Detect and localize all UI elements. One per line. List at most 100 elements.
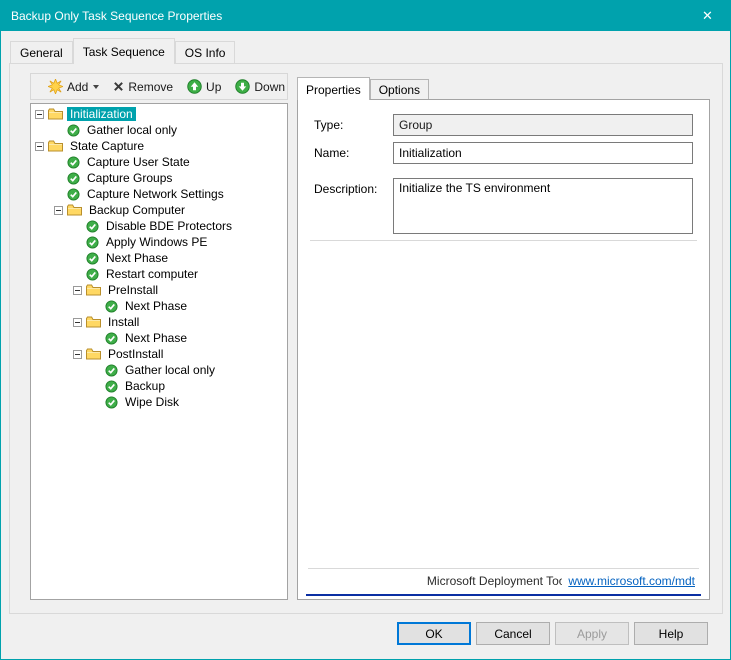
down-arrow-icon [235,79,250,94]
up-arrow-icon [187,79,202,94]
tab-properties[interactable]: Properties [297,77,370,100]
step-check-icon [67,188,80,201]
up-button[interactable]: Up [180,77,228,96]
properties-panel: Type: Name: Description: Microsoft Deplo… [297,99,710,600]
tree-item[interactable]: Next Phase [31,250,287,266]
footer-accent-line [306,594,701,596]
titlebar: Backup Only Task Sequence Properties ✕ [1,1,730,31]
description-field[interactable] [393,178,693,234]
name-label: Name: [314,146,349,160]
tree-item[interactable]: Next Phase [31,298,287,314]
type-label: Type: [314,118,343,132]
group-folder-icon [48,140,63,152]
cancel-button[interactable]: Cancel [476,622,550,645]
tab-task-sequence[interactable]: Task Sequence [73,38,175,64]
tree-collapse-toggle[interactable] [73,318,82,327]
tree-item-label: Capture Network Settings [84,187,227,201]
tree-item[interactable]: PostInstall [31,346,287,362]
tree-item-label: State Capture [67,139,147,153]
step-check-icon [86,268,99,281]
step-check-icon [105,396,118,409]
tab-general[interactable]: General [10,41,73,63]
tree-item[interactable]: State Capture [31,138,287,154]
tree-item[interactable]: Backup [31,378,287,394]
tree-item[interactable]: Gather local only [31,122,287,138]
tree-collapse-toggle[interactable] [73,286,82,295]
step-check-icon [105,380,118,393]
tree-item-label: Initialization [67,107,136,121]
tree-item-label: Wipe Disk [122,395,182,409]
tree-item[interactable]: Apply Windows PE [31,234,287,250]
add-button-label: Add [67,80,88,94]
tree-item[interactable]: Gather local only [31,362,287,378]
task-sequence-tree: InitializationGather local onlyState Cap… [30,103,288,600]
dialog-window: Backup Only Task Sequence Properties ✕ G… [0,0,731,660]
group-folder-icon [86,316,101,328]
add-button[interactable]: Add [41,77,106,96]
down-button[interactable]: Down [228,77,292,96]
step-check-icon [105,332,118,345]
tree-item-label: Apply Windows PE [103,235,210,249]
tree-item-label: Install [105,315,142,329]
footer-separator [308,568,699,569]
step-check-icon [86,220,99,233]
up-button-label: Up [206,80,221,94]
description-label: Description: [314,182,377,196]
tree-toolbar: Add Remove Up Down [30,73,288,100]
add-dropdown-arrow-icon [93,85,99,89]
step-check-icon [86,236,99,249]
tab-os-info[interactable]: OS Info [175,41,236,63]
window-title: Backup Only Task Sequence Properties [1,9,685,23]
tree-item[interactable]: PreInstall [31,282,287,298]
tree-item[interactable]: Initialization [31,106,287,122]
tree-item[interactable]: Next Phase [31,330,287,346]
tree-item-label: Next Phase [103,251,171,265]
group-folder-icon [86,348,101,360]
tree-collapse-toggle[interactable] [73,350,82,359]
step-check-icon [67,172,80,185]
tree-item[interactable]: Capture User State [31,154,287,170]
tree-item-label: Capture User State [84,155,193,169]
type-field[interactable] [393,114,693,136]
name-field[interactable] [393,142,693,164]
group-folder-icon [86,284,101,296]
main-tabstrip: General Task Sequence OS Info [10,38,235,64]
remove-x-icon [113,81,124,92]
remove-button-label: Remove [128,80,173,94]
ok-button[interactable]: OK [397,622,471,645]
add-starburst-icon [48,79,63,94]
tree-collapse-toggle[interactable] [35,142,44,151]
step-check-icon [105,300,118,313]
tree-item[interactable]: Wipe Disk [31,394,287,410]
tree-item[interactable]: Restart computer [31,266,287,282]
tree-item-label: Next Phase [122,299,190,313]
tree-item[interactable]: Backup Computer [31,202,287,218]
step-check-icon [67,156,80,169]
down-button-label: Down [254,80,285,94]
group-folder-icon [67,204,82,216]
tree-item-label: Restart computer [103,267,201,281]
tree-item[interactable]: Capture Groups [31,170,287,186]
tree-item-label: Backup Computer [86,203,188,217]
tree-item-label: PreInstall [105,283,161,297]
close-icon: ✕ [702,8,713,24]
tree-item[interactable]: Install [31,314,287,330]
help-button[interactable]: Help [634,622,708,645]
mdt-link[interactable]: www.microsoft.com/mdt [562,574,695,588]
tree-item-label: Next Phase [122,331,190,345]
close-button[interactable]: ✕ [685,1,730,31]
tree-item-label: Disable BDE Protectors [103,219,235,233]
step-check-icon [105,364,118,377]
tree-collapse-toggle[interactable] [54,206,63,215]
tab-options[interactable]: Options [370,79,429,99]
remove-button[interactable]: Remove [106,78,180,96]
apply-button[interactable]: Apply [555,622,629,645]
group-folder-icon [48,108,63,120]
dialog-button-row: OK Cancel Apply Help [397,622,708,645]
step-check-icon [67,124,80,137]
tree-item[interactable]: Capture Network Settings [31,186,287,202]
tree-collapse-toggle[interactable] [35,110,44,119]
tree-item-label: Gather local only [122,363,218,377]
tree-item[interactable]: Disable BDE Protectors [31,218,287,234]
task-sequence-page: Add Remove Up Down InitializationGather … [9,63,723,614]
